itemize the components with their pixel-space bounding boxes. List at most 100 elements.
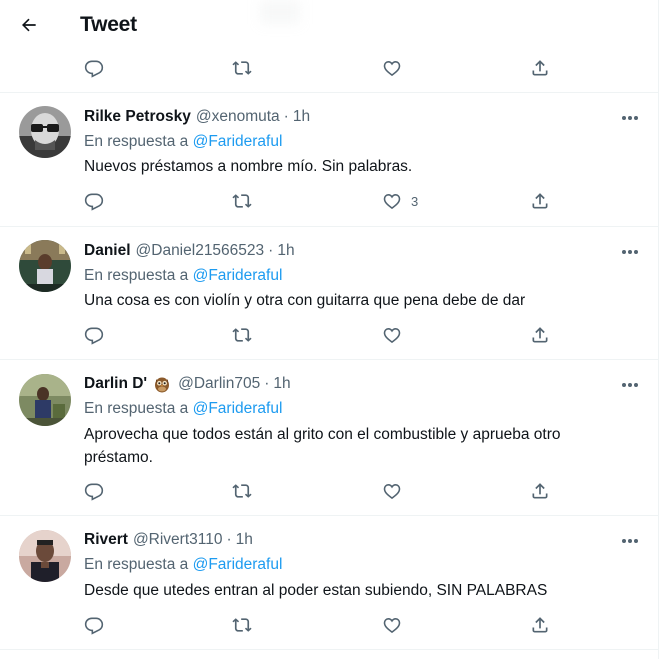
avatar[interactable]: [19, 106, 71, 158]
tweet-time[interactable]: 1h: [236, 531, 253, 549]
tweet-time[interactable]: 1h: [277, 242, 294, 260]
retweet-button[interactable]: [232, 613, 252, 637]
separator-dot: ·: [268, 242, 274, 259]
heart-icon: [383, 194, 401, 210]
replying-to: En respuesta a @Farideraful: [84, 133, 282, 151]
replying-to-label: En respuesta a: [84, 133, 189, 150]
heart-icon: [383, 61, 401, 77]
like-count: 3: [411, 193, 419, 209]
tweet-item[interactable]: Rivert @Rivert3110 · 1h En respuesta a @…: [0, 516, 658, 649]
like-button[interactable]: [382, 56, 411, 80]
separator-dot: ·: [283, 108, 289, 125]
tweet-actions: [84, 323, 554, 347]
replying-to: En respuesta a @Farideraful: [84, 267, 282, 285]
tweet-header: Daniel @Daniel21566523 · 1h: [84, 242, 295, 260]
user-handle[interactable]: @Rivert3110: [133, 531, 223, 549]
tweet-header: Rivert @Rivert3110 · 1h: [84, 531, 253, 549]
heart-icon: [383, 484, 401, 500]
retweet-button[interactable]: [232, 323, 252, 347]
share-button[interactable]: [530, 479, 550, 503]
tweet-time[interactable]: 1h: [273, 375, 290, 393]
more-options-button[interactable]: [618, 376, 642, 394]
share-button[interactable]: [530, 323, 550, 347]
separator-dot: ·: [264, 375, 270, 392]
avatar-photo: [19, 530, 71, 582]
avatar[interactable]: [19, 530, 71, 582]
display-name[interactable]: Darlin D': [84, 375, 147, 393]
share-icon: [532, 327, 548, 343]
page-header: Tweet: [0, 0, 658, 50]
heart-icon: [383, 618, 401, 634]
display-name[interactable]: Daniel: [84, 242, 131, 260]
tweet-actions: 3: [84, 189, 554, 213]
more-options-button[interactable]: [618, 109, 642, 127]
more-options-button[interactable]: [618, 532, 642, 550]
avatar-photo: [19, 374, 71, 426]
divider: [0, 649, 658, 650]
mention-link[interactable]: @Farideraful: [193, 133, 283, 150]
retweet-icon: [232, 328, 252, 342]
avatar[interactable]: [19, 240, 71, 292]
reply-icon: [84, 60, 104, 78]
share-button[interactable]: [530, 56, 550, 80]
heart-icon: [383, 328, 401, 344]
display-name[interactable]: Rivert: [84, 531, 128, 549]
more-options-button[interactable]: [618, 243, 642, 261]
tweet-header: Rilke Petrosky @xenomuta · 1h: [84, 108, 310, 126]
tweet-text: Aprovecha que todos están al grito con e…: [84, 426, 561, 466]
retweet-icon: [232, 194, 252, 208]
reply-button[interactable]: [84, 479, 104, 503]
like-button[interactable]: 3: [382, 189, 418, 213]
reply-button[interactable]: [84, 189, 104, 213]
like-button[interactable]: [382, 613, 411, 637]
share-button[interactable]: [530, 189, 550, 213]
display-name[interactable]: Rilke Petrosky: [84, 108, 191, 126]
retweet-button[interactable]: [232, 56, 252, 80]
reply-button[interactable]: [84, 56, 104, 80]
tweet-item[interactable]: Darlin D' @Darlin705 · 1h En respuesta a…: [0, 360, 658, 515]
share-icon: [532, 617, 548, 633]
share-icon: [532, 60, 548, 76]
retweet-icon: [232, 618, 252, 632]
like-button[interactable]: [382, 323, 411, 347]
mention-link[interactable]: @Farideraful: [193, 267, 283, 284]
tweet-text: Una cosa es con violín y otra con guitar…: [84, 292, 526, 309]
mention-link[interactable]: @Farideraful: [193, 400, 283, 417]
reply-button[interactable]: [84, 613, 104, 637]
reply-icon: [84, 193, 104, 211]
mention-link[interactable]: @Farideraful: [193, 556, 283, 573]
replying-to: En respuesta a @Farideraful: [84, 400, 282, 418]
tweet-actions: [84, 613, 554, 637]
replying-to-label: En respuesta a: [84, 400, 189, 417]
share-icon: [532, 483, 548, 499]
user-handle[interactable]: @xenomuta: [196, 108, 280, 126]
user-handle[interactable]: @Darlin705: [178, 375, 260, 393]
tweet-text: Nuevos préstamos a nombre mío. Sin palab…: [84, 158, 413, 175]
retweet-button[interactable]: [232, 189, 252, 213]
arrow-left-icon: [22, 18, 36, 32]
retweet-button[interactable]: [232, 479, 252, 503]
timeline-column: Tweet Rilke Petrosky @xenomuta · 1h En r…: [0, 0, 659, 659]
avatar-photo: [19, 106, 71, 158]
tweet-text: Desde que utedes entran al poder estan s…: [84, 582, 548, 599]
share-button[interactable]: [530, 613, 550, 637]
reply-button[interactable]: [84, 323, 104, 347]
tweet-item[interactable]: Rilke Petrosky @xenomuta · 1h En respues…: [0, 93, 658, 226]
tweet-header: Darlin D' @Darlin705 · 1h: [84, 375, 291, 393]
back-button[interactable]: [14, 10, 44, 40]
replying-to-label: En respuesta a: [84, 556, 189, 573]
tweet-actions: [84, 56, 554, 80]
like-button[interactable]: [382, 479, 411, 503]
retweet-icon: [232, 484, 252, 498]
tweet-time[interactable]: 1h: [293, 108, 310, 126]
reply-icon: [84, 483, 104, 501]
page-title: Tweet: [80, 13, 137, 36]
user-handle[interactable]: @Daniel21566523: [136, 242, 265, 260]
reply-icon: [84, 327, 104, 345]
tweet-item[interactable]: Daniel @Daniel21566523 · 1h En respuesta…: [0, 227, 658, 359]
share-icon: [532, 193, 548, 209]
reply-icon: [84, 617, 104, 635]
avatar[interactable]: [19, 374, 71, 426]
replying-to: En respuesta a @Farideraful: [84, 556, 282, 574]
owl-emoji-icon: [155, 377, 170, 393]
